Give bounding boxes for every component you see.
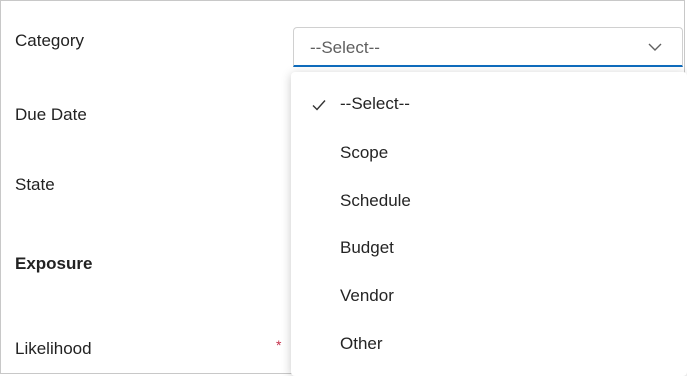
option-label: Budget <box>340 238 394 257</box>
option-select[interactable]: --Select-- <box>291 84 687 124</box>
option-schedule[interactable]: Schedule <box>291 181 687 221</box>
category-label: Category <box>15 31 84 50</box>
option-label: Schedule <box>340 191 411 210</box>
option-label: Vendor <box>340 286 394 305</box>
category-dropdown-listbox: --Select-- Scope Schedule Budget Vendor … <box>291 72 687 376</box>
state-label: State <box>15 175 55 194</box>
option-other[interactable]: Other <box>291 324 687 364</box>
checkmark-icon <box>312 100 326 111</box>
option-vendor[interactable]: Vendor <box>291 276 687 316</box>
exposure-label: Exposure <box>15 254 93 273</box>
required-indicator: * <box>276 337 282 353</box>
option-scope[interactable]: Scope <box>291 133 687 173</box>
option-budget[interactable]: Budget <box>291 228 687 268</box>
category-select-value: --Select-- <box>310 38 380 57</box>
likelihood-label: Likelihood <box>15 339 92 358</box>
option-label: --Select-- <box>340 94 410 113</box>
option-label: Scope <box>340 143 389 162</box>
chevron-down-icon <box>648 43 662 51</box>
option-label: Other <box>340 334 383 353</box>
category-select[interactable]: --Select-- <box>293 27 683 67</box>
due-date-label: Due Date <box>15 105 87 124</box>
